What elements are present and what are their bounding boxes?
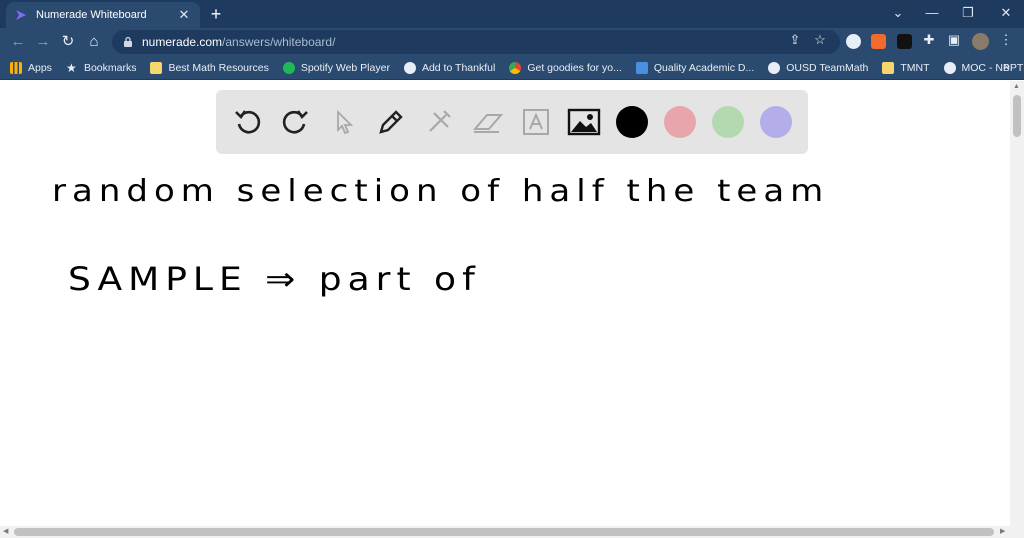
- close-tab-icon[interactable]: ✕: [176, 7, 192, 23]
- whiteboard-canvas[interactable]: random selection of half the team SAMPLE…: [0, 81, 1010, 526]
- vertical-scroll-thumb[interactable]: [1013, 95, 1021, 137]
- horizontal-scroll-thumb[interactable]: [14, 528, 994, 536]
- bookmark-item[interactable]: OUSD TeamMath: [768, 58, 868, 78]
- spotify-icon: [282, 61, 295, 74]
- apps-grid-icon: [10, 61, 22, 74]
- tab-title: Numerade Whiteboard: [36, 9, 147, 21]
- extension-3-icon[interactable]: [897, 34, 912, 49]
- extension-1-icon[interactable]: [846, 34, 861, 49]
- extensions-puzzle-icon[interactable]: ✚: [921, 32, 937, 48]
- vertical-scrollbar[interactable]: ▲: [1010, 81, 1024, 526]
- chrome-icon: [509, 61, 522, 74]
- numerade-logo-icon: [16, 10, 26, 20]
- browser-tab[interactable]: Numerade Whiteboard ✕: [6, 2, 200, 28]
- bookmark-item[interactable]: ★ Bookmarks: [66, 58, 137, 78]
- handwritten-line-1: random selection of half the team: [52, 173, 830, 209]
- folder-icon: [150, 61, 163, 74]
- star-icon: ★: [65, 60, 77, 75]
- bookmark-item[interactable]: TMNT: [882, 58, 930, 78]
- horizontal-scrollbar[interactable]: ◀ ▶: [0, 526, 1024, 538]
- scroll-up-icon[interactable]: ▲: [1013, 83, 1020, 90]
- reload-button[interactable]: ↻: [58, 32, 78, 52]
- restore-button[interactable]: ❐: [950, 0, 986, 28]
- doc-icon: [635, 61, 648, 74]
- handwritten-line-2: SAMPLE ⇒ part of: [68, 261, 481, 298]
- minimize-button[interactable]: —: [914, 0, 950, 28]
- bookmark-item[interactable]: Get goodies for yo...: [509, 58, 622, 78]
- bookmark-star-icon[interactable]: ☆: [812, 32, 828, 48]
- forward-button[interactable]: →: [33, 32, 53, 52]
- bookmarks-bar: Apps ★ Bookmarks Best Math Resources Spot…: [0, 56, 1024, 80]
- bookmark-item[interactable]: Add to Thankful: [403, 58, 495, 78]
- extension-2-icon[interactable]: [871, 34, 886, 49]
- ousd-icon: [768, 61, 781, 74]
- bookmark-item[interactable]: Quality Academic D...: [635, 58, 754, 78]
- url-host: numerade.com: [142, 35, 223, 49]
- back-button[interactable]: ←: [8, 32, 28, 52]
- folder-icon: [882, 61, 895, 74]
- bookmark-item[interactable]: Spotify Web Player: [282, 58, 390, 78]
- scroll-left-icon[interactable]: ◀: [3, 527, 8, 535]
- wordpress-icon: [943, 61, 956, 74]
- whiteboard-page: random selection of half the team SAMPLE…: [0, 81, 1010, 526]
- side-panel-icon[interactable]: ▣: [946, 32, 962, 48]
- url-path: /answers/whiteboard/: [222, 35, 336, 49]
- new-tab-button[interactable]: +: [206, 4, 226, 24]
- bookmark-item[interactable]: Apps: [10, 58, 52, 78]
- home-button[interactable]: ⌂: [84, 32, 104, 52]
- menu-kebab-icon[interactable]: ⋮: [998, 32, 1014, 48]
- title-bar: Numerade Whiteboard ✕ + ⌄ — ❐ ✕: [0, 0, 1024, 28]
- lock-icon: [124, 36, 132, 47]
- close-window-button[interactable]: ✕: [988, 0, 1024, 28]
- share-icon[interactable]: ⇪: [787, 32, 803, 48]
- browser-toolbar: ← → ↻ ⌂ numerade.com /answers/whiteboard…: [0, 28, 1024, 56]
- bookmark-item[interactable]: MOC - NBPTS: [943, 58, 1024, 78]
- thankful-icon: [403, 61, 416, 74]
- scroll-right-icon[interactable]: ▶: [1000, 527, 1005, 535]
- address-bar[interactable]: numerade.com /answers/whiteboard/: [112, 30, 840, 54]
- bookmarks-overflow-icon[interactable]: »: [1003, 59, 1010, 73]
- bookmark-item[interactable]: Best Math Resources: [150, 58, 269, 78]
- tab-search-chevron-icon[interactable]: ⌄: [880, 0, 916, 28]
- profile-avatar[interactable]: [972, 33, 989, 50]
